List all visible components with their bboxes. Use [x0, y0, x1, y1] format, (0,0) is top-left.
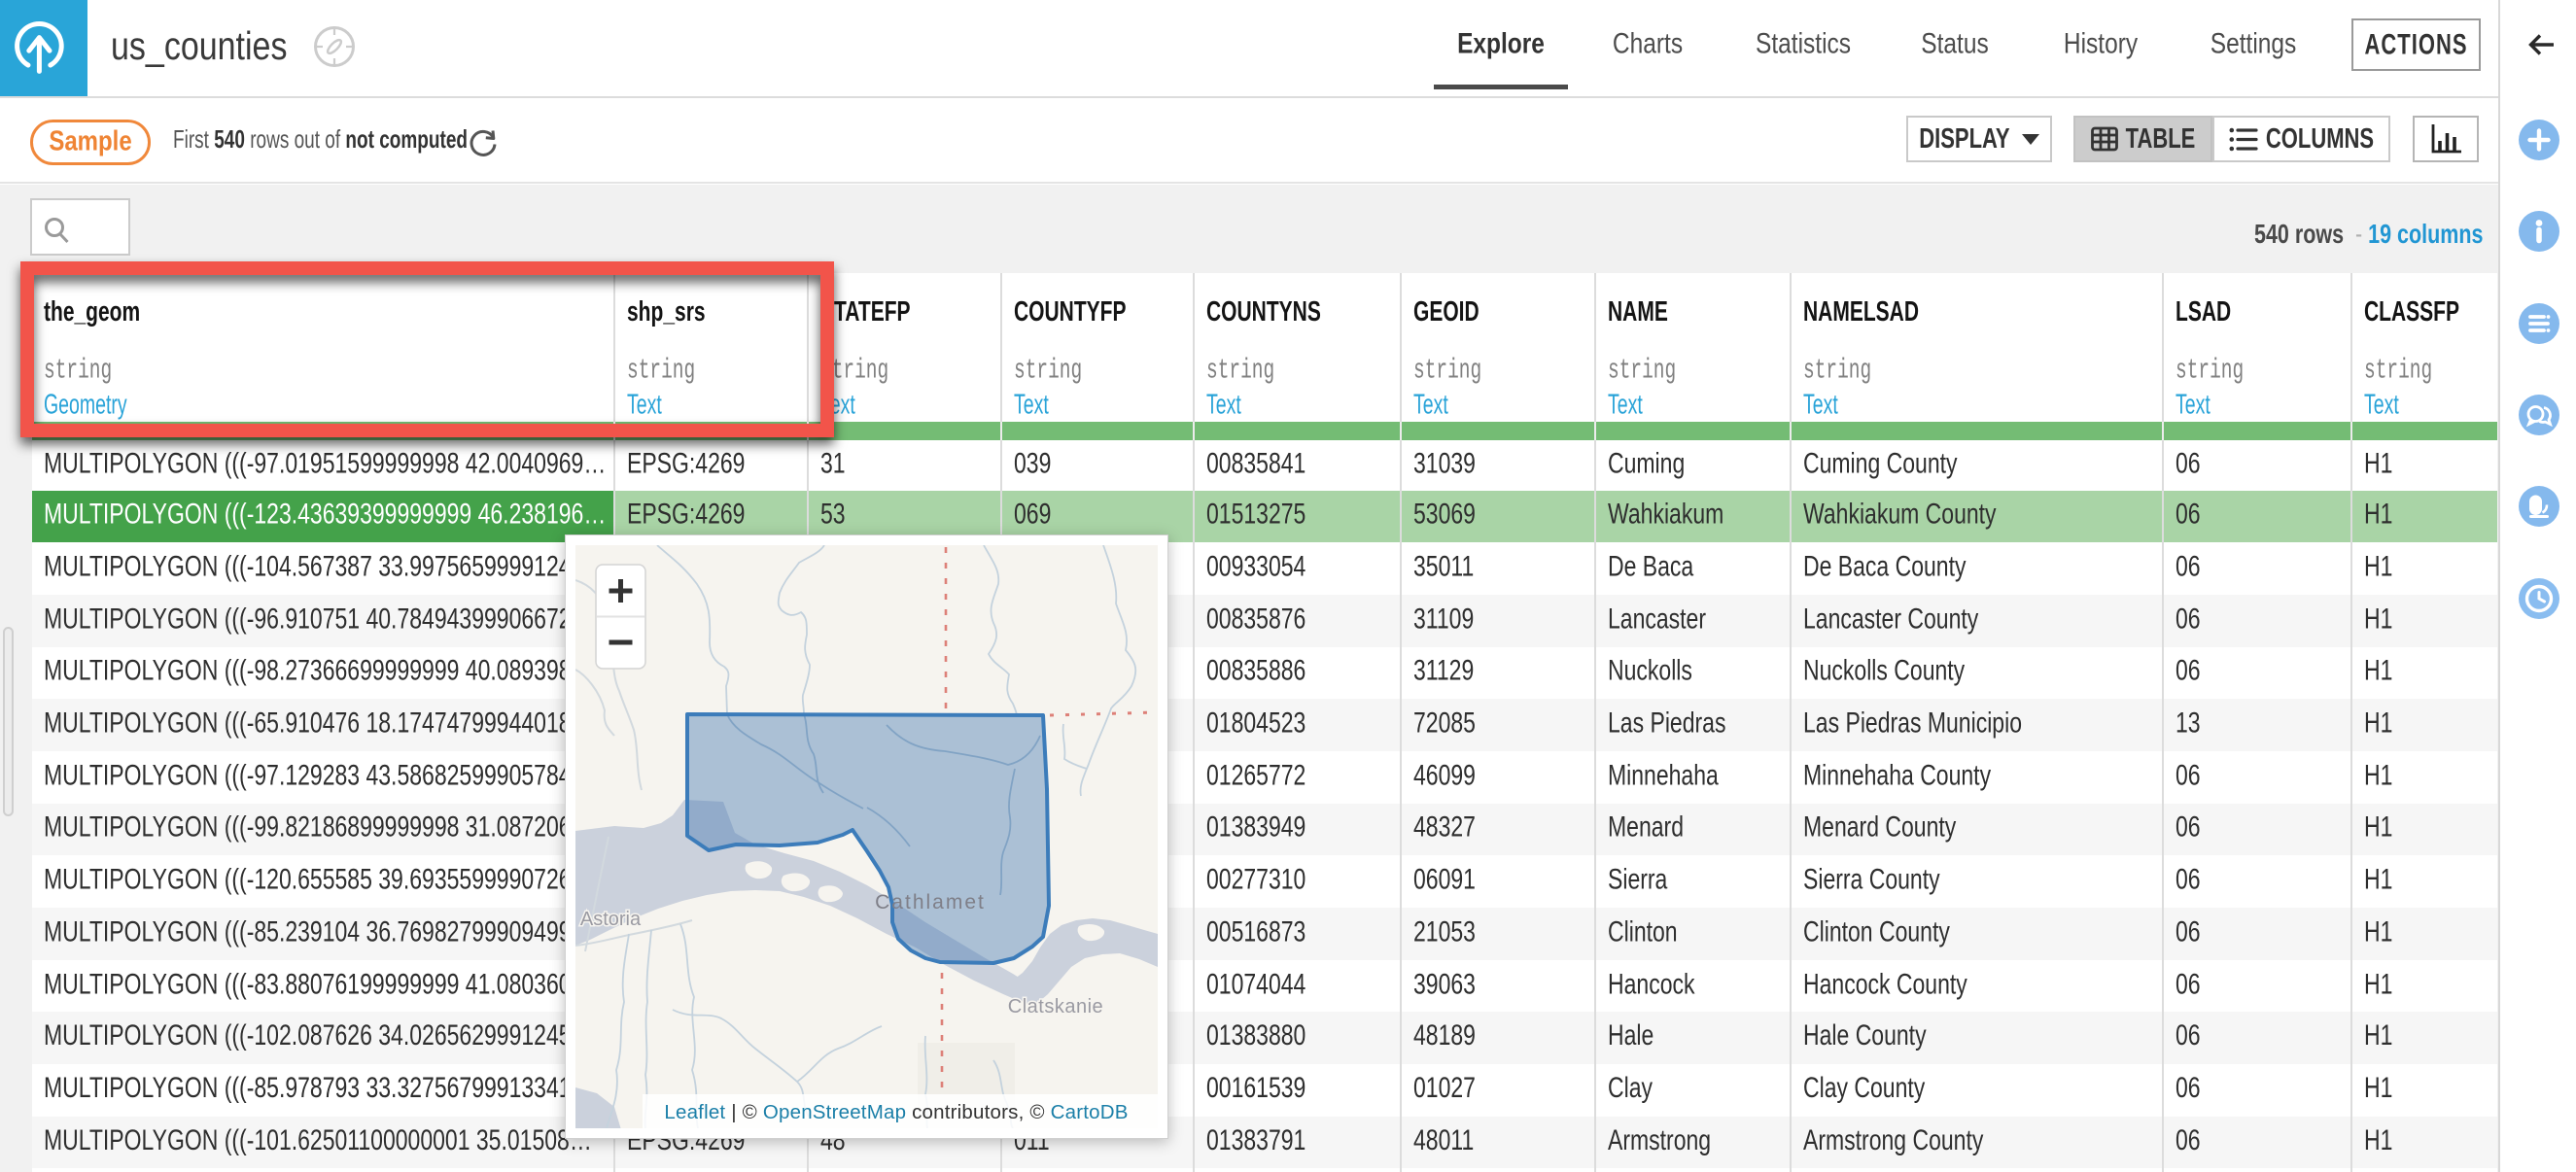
svg-text:Clatskanie: Clatskanie: [1008, 996, 1103, 1017]
svg-text:Astoria: Astoria: [580, 909, 642, 930]
svg-text:Cathlamet: Cathlamet: [875, 891, 986, 913]
svg-text:Leaflet | © OpenStreetMap cont: Leaflet | © OpenStreetMap contributors, …: [664, 1101, 1128, 1123]
